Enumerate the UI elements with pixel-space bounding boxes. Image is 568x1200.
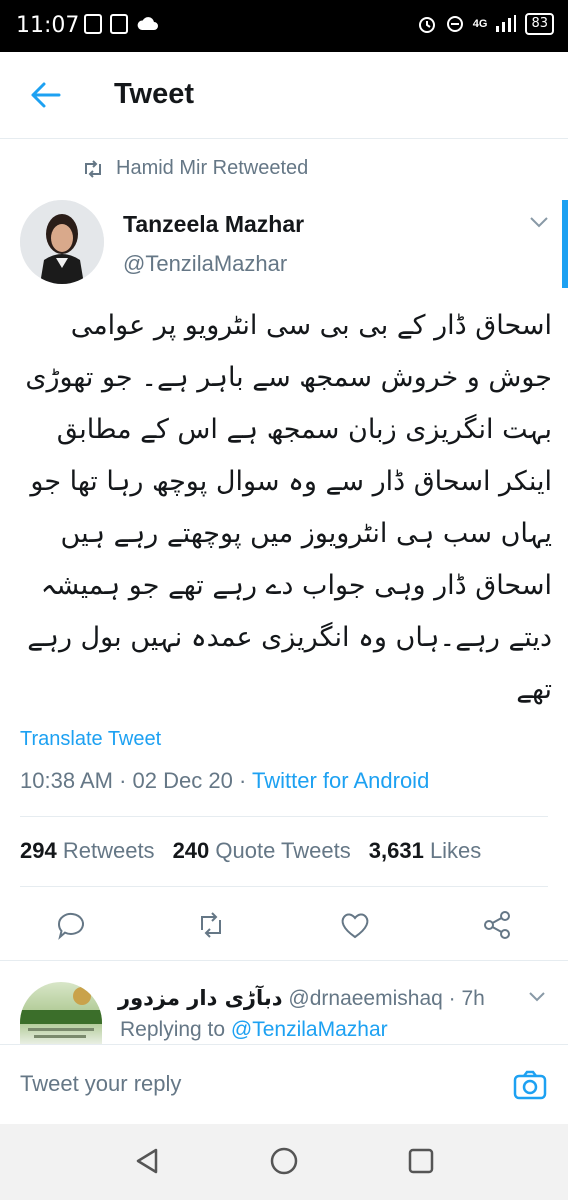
replying-to-handle[interactable]: @TenzilaMazhar	[231, 1018, 388, 1041]
divider	[20, 886, 548, 887]
status-bar: 11:07 4G 83	[0, 0, 568, 52]
quotes-label: Quote Tweets	[215, 838, 351, 863]
reply-time: 7h	[461, 987, 485, 1010]
cloud-icon	[137, 17, 158, 30]
reply-composer: Tweet your reply	[0, 1044, 568, 1125]
meta-separator: ·	[238, 768, 252, 793]
battery-saver-icon	[84, 14, 102, 34]
retweet-label: Hamid Mir Retweeted	[116, 157, 309, 179]
chevron-down-icon[interactable]	[527, 990, 547, 1004]
retweet-icon	[85, 159, 101, 178]
tweet-meta: 10:38 AM · 02 Dec 20 · Twitter for Andro…	[20, 768, 429, 794]
quotes-stat[interactable]: 240 Quote Tweets	[173, 838, 351, 864]
message-icon	[110, 14, 128, 34]
nav-recents-icon[interactable]	[404, 1144, 438, 1178]
signal-icon	[496, 15, 517, 32]
meta-separator: ·	[448, 987, 462, 1010]
share-icon[interactable]	[480, 908, 514, 942]
replying-to-prefix: Replying to	[120, 1018, 226, 1041]
page-title: Tweet	[114, 78, 195, 110]
system-icons: 4G 83	[417, 13, 554, 35]
author-name[interactable]: Tanzeela Mazhar	[123, 211, 304, 238]
dnd-icon	[446, 16, 463, 32]
like-icon[interactable]	[338, 908, 372, 942]
retweets-label: Retweets	[62, 838, 155, 863]
notification-icons	[84, 14, 160, 34]
reply-icon[interactable]	[54, 908, 88, 942]
camera-icon[interactable]	[512, 1067, 548, 1103]
likes-stat[interactable]: 3,631 Likes	[369, 838, 482, 864]
reply-header: دبآڑی دار مزدور @drnaeemishaq · 7h	[118, 986, 485, 1011]
tweet-time: 10:38 AM	[20, 768, 113, 793]
chevron-down-icon[interactable]	[528, 214, 550, 230]
reply-input[interactable]: Tweet your reply	[20, 1071, 181, 1097]
author-handle[interactable]: @TenzilaMazhar	[123, 251, 287, 277]
system-nav-bar	[0, 1124, 568, 1200]
network-type: 4G	[472, 18, 488, 30]
reply-avatar-image	[20, 987, 102, 1038]
app-header: Tweet	[0, 52, 568, 139]
nav-back-icon[interactable]	[130, 1144, 164, 1178]
battery-level: 83	[525, 13, 554, 35]
author-avatar[interactable]	[20, 200, 104, 284]
likes-label: Likes	[429, 838, 482, 863]
nav-home-icon[interactable]	[267, 1144, 301, 1178]
avatar-image	[20, 200, 104, 284]
back-arrow-icon[interactable]	[28, 80, 62, 110]
tweet-actions	[0, 900, 568, 952]
retweets-count: 294	[20, 838, 57, 863]
quotes-count: 240	[172, 838, 210, 863]
tweet-date: 02 Dec 20	[132, 768, 233, 793]
tweet-text: اسحاق ڈار کے بی بی سی انٹرویو پر عوامی ج…	[25, 310, 552, 705]
scrollbar[interactable]	[562, 200, 568, 288]
tweet-stats: 294 Retweets 240 Quote Tweets 3,631 Like…	[20, 838, 481, 864]
replying-to: Replying to @TenzilaMazhar	[120, 1018, 388, 1042]
retweet-icon[interactable]	[194, 908, 228, 942]
retweet-context[interactable]: Hamid Mir Retweeted	[82, 157, 308, 180]
divider	[20, 816, 548, 817]
reply-author-name[interactable]: دبآڑی دار مزدور	[118, 986, 283, 1010]
translate-tweet-link[interactable]: Translate Tweet	[20, 728, 161, 751]
divider	[0, 960, 568, 961]
reply-author-handle[interactable]: @drnaeemishaq	[288, 987, 442, 1010]
alarm-icon	[418, 17, 435, 33]
retweets-stat[interactable]: 294 Retweets	[20, 838, 155, 864]
reply-avatar[interactable]	[20, 982, 102, 1044]
tweet-source-link[interactable]: Twitter for Android	[252, 768, 429, 793]
status-time: 11:07	[16, 13, 80, 38]
meta-separator: ·	[119, 768, 133, 793]
likes-count: 3,631	[368, 838, 424, 863]
